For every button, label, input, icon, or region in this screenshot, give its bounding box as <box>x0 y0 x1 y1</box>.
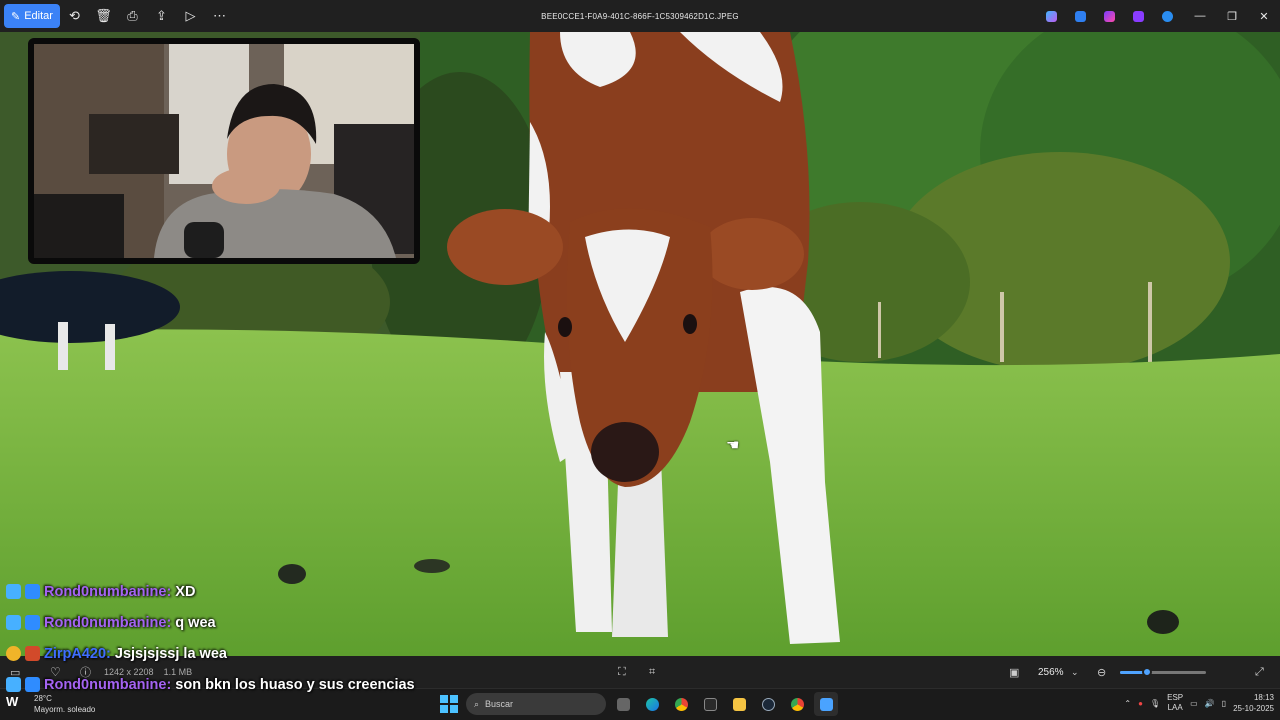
coin-badge-icon <box>6 646 21 661</box>
chat-username: Rond0numbanine: <box>44 583 172 600</box>
fit-icon[interactable]: ⛶ <box>618 666 626 679</box>
copilot-icon[interactable] <box>1040 4 1062 28</box>
window-controls: — ❐ ✕ <box>1184 0 1280 32</box>
language-code: ESP <box>1167 693 1184 702</box>
edit-with-apps <box>1040 4 1178 28</box>
chat-username: Rond0numbanine: <box>44 614 172 631</box>
fullscreen-icon[interactable]: ⤢ <box>1255 666 1264 679</box>
chevron-up-icon[interactable]: ⌃ <box>1124 699 1131 708</box>
chat-username: Rond0numbanine: <box>44 676 172 693</box>
photos-app-icon[interactable] <box>814 692 838 716</box>
edit-button-label: Editar <box>24 10 53 22</box>
sub-badge-icon <box>6 615 21 630</box>
minimize-icon[interactable]: — <box>1184 0 1216 32</box>
chrome-icon[interactable] <box>669 692 693 716</box>
taskbar-search[interactable]: ⌕ Buscar <box>466 693 606 715</box>
clock[interactable]: 18:13 25-10-2025 <box>1233 692 1274 714</box>
chat-username: ZirpA420: <box>44 645 111 662</box>
clock-date: 25-10-2025 <box>1233 704 1274 713</box>
steam-icon[interactable] <box>756 692 780 716</box>
photos-app-window: ✎ Editar ⟲ 🗑 ⎙ ⇪ ▷ ⋯ BEE0CCE1-F0A9-401C-… <box>0 0 1280 720</box>
search-placeholder: Buscar <box>485 699 514 709</box>
actual-size-icon[interactable]: ▣ <box>1009 666 1019 679</box>
chat-text: XD <box>175 583 196 600</box>
zoom-out-icon[interactable]: ⊖ <box>1097 666 1106 679</box>
chat-text: son bkn los huaso y sus creencias <box>175 676 415 693</box>
zoom-slider[interactable] <box>1120 667 1206 677</box>
weather-condition: Mayorm. soleado <box>34 705 96 714</box>
chat-text: Jsjsjsjssj la wea <box>114 645 227 662</box>
epic-games-icon[interactable] <box>698 692 722 716</box>
photos-icon[interactable] <box>1069 4 1091 28</box>
close-icon[interactable]: ✕ <box>1248 0 1280 32</box>
file-explorer-icon[interactable] <box>727 692 751 716</box>
delete-icon[interactable]: 🗑 <box>89 4 118 28</box>
edit-button[interactable]: ✎ Editar <box>4 4 60 28</box>
slideshow-icon[interactable]: ▷ <box>176 4 205 28</box>
chat-message: Rond0numbanine: son bkn los huaso y sus … <box>6 669 415 700</box>
chat-message: Rond0numbanine: q wea <box>6 607 415 638</box>
designer-icon[interactable] <box>1127 4 1149 28</box>
sub-badge-icon <box>6 584 21 599</box>
zoom-slider-thumb[interactable] <box>1141 667 1152 677</box>
zoom-percentage[interactable]: 256% <box>1038 667 1064 678</box>
gem-badge-icon <box>25 615 40 630</box>
microphone-icon[interactable]: 🎙 <box>1150 699 1160 708</box>
edge-icon[interactable] <box>640 692 664 716</box>
chrome-icon[interactable] <box>785 692 809 716</box>
clock-time: 18:13 <box>1253 693 1274 702</box>
share-icon[interactable]: ⇪ <box>147 4 176 28</box>
taskbar-apps: ⌕ Buscar <box>437 692 838 716</box>
search-icon: ⌕ <box>474 698 480 709</box>
keyboard-layout: LAA <box>1167 703 1183 712</box>
chat-message: ZirpA420: Jsjsjsjssj la wea <box>6 638 415 669</box>
gem-badge-icon <box>25 677 40 692</box>
edit-icon: ✎ <box>11 10 21 23</box>
stream-chat-overlay: Rond0numbanine: XD Rond0numbanine: q wea… <box>6 576 415 700</box>
volume-icon[interactable]: 🔊 <box>1205 699 1215 708</box>
system-tray: ⌃ ● 🎙 ESP LAA ▭ 🔊 ▯ 18:13 25-10-2025 <box>1124 692 1274 714</box>
onedrive-icon[interactable] <box>1156 4 1178 28</box>
clipchamp-icon[interactable] <box>1098 4 1120 28</box>
language-indicator[interactable]: ESP LAA <box>1167 693 1183 713</box>
hand-cursor-icon: ☚ <box>726 437 740 454</box>
chevron-down-icon[interactable]: ⌄ <box>1071 667 1079 678</box>
chat-text: q wea <box>175 614 216 631</box>
crop-icon[interactable]: ⌗ <box>649 666 655 679</box>
hat-badge-icon <box>25 646 40 661</box>
rotate-icon[interactable]: ⟲ <box>60 4 89 28</box>
sub-badge-icon <box>6 677 21 692</box>
title-bar: ✎ Editar ⟲ 🗑 ⎙ ⇪ ▷ ⋯ BEE0CCE1-F0A9-401C-… <box>0 0 1280 32</box>
streamer-webcam <box>34 44 414 258</box>
antivirus-icon[interactable]: ● <box>1138 699 1143 708</box>
battery-icon[interactable]: ▯ <box>1222 699 1226 708</box>
windows-start-icon[interactable] <box>437 692 461 716</box>
gem-badge-icon <box>25 584 40 599</box>
print-icon[interactable]: ⎙ <box>118 4 147 28</box>
network-icon[interactable]: ▭ <box>1190 699 1198 708</box>
task-view-icon[interactable] <box>611 692 635 716</box>
webcam-overlay <box>28 38 420 264</box>
chat-message: Rond0numbanine: XD <box>6 576 415 607</box>
maximize-icon[interactable]: ❐ <box>1216 0 1248 32</box>
more-icon[interactable]: ⋯ <box>205 4 234 28</box>
